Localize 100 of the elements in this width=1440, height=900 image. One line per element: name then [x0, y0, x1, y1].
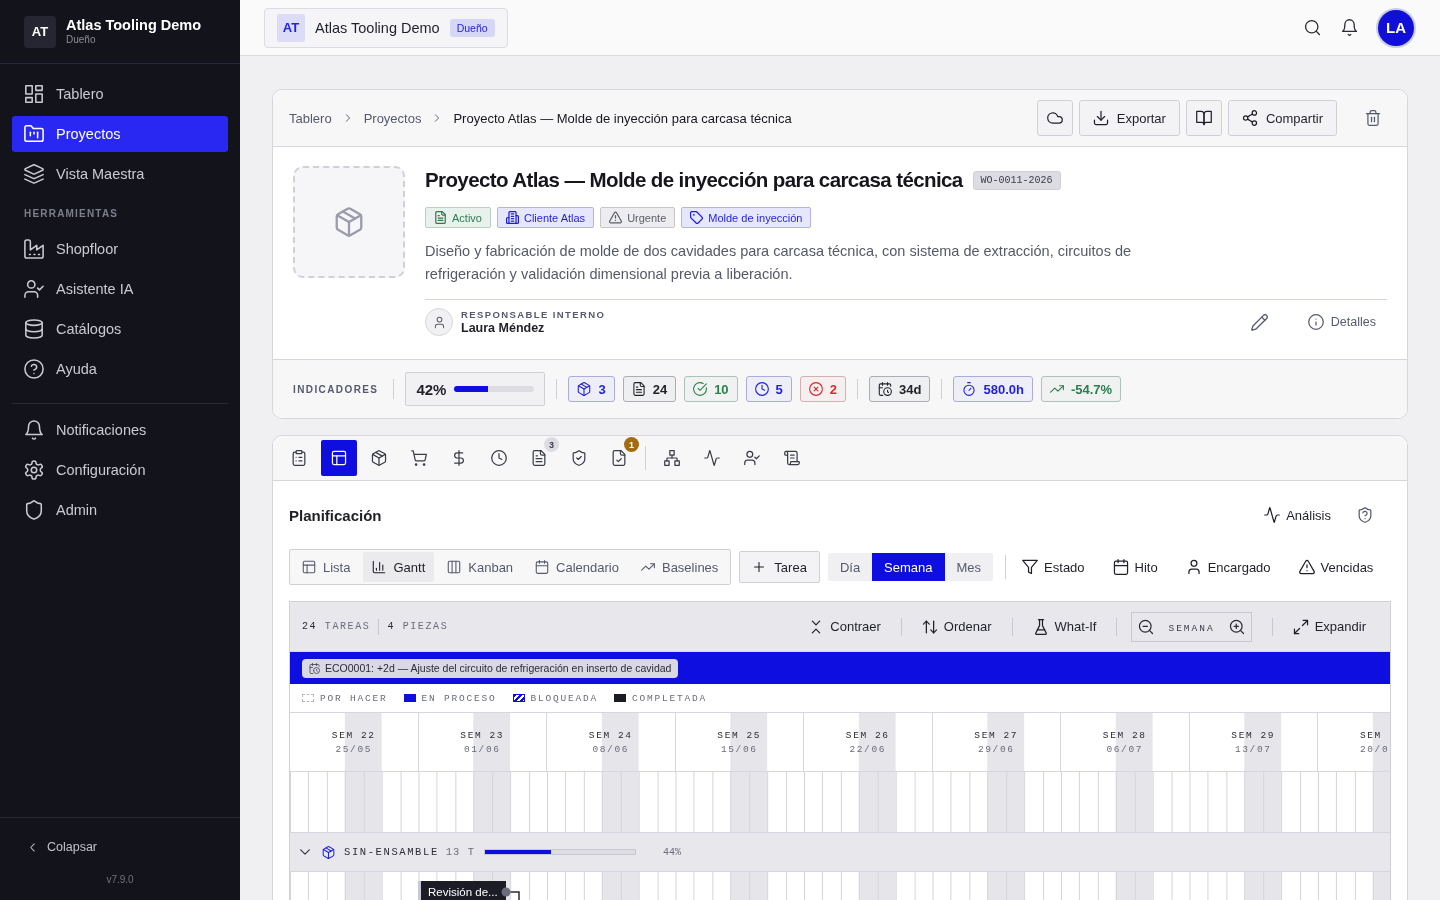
view-option[interactable]: Lista: [293, 552, 360, 582]
filter-button[interactable]: Estado: [1022, 559, 1085, 575]
search-icon: [1304, 19, 1321, 36]
section-tab[interactable]: 3: [521, 440, 557, 476]
share-icon: [1241, 110, 1258, 126]
shield-check-icon: [571, 450, 587, 466]
calendar-clock-icon: [878, 382, 893, 396]
zoom-in-button[interactable]: [1228, 618, 1245, 635]
bell-icon: [24, 420, 44, 440]
chevron-down-icon[interactable]: [300, 847, 310, 857]
filter-button[interactable]: Hito: [1112, 559, 1158, 575]
scroll-icon: [784, 450, 800, 466]
view-option[interactable]: Gantt: [363, 552, 435, 582]
view-option[interactable]: Calendario: [526, 552, 628, 582]
sidebar-item[interactable]: Ayuda: [12, 351, 228, 387]
expand-button[interactable]: Expandir: [1286, 618, 1366, 635]
cart-icon: [411, 450, 427, 466]
export-button[interactable]: Exportar: [1078, 100, 1180, 136]
sidebar-item[interactable]: Admin: [12, 492, 228, 528]
scale-option[interactable]: Día: [827, 553, 873, 581]
book-icon: [1195, 110, 1212, 126]
sidebar-item[interactable]: Notificaciones: [12, 412, 228, 448]
count-label: 24 TAREAS: [302, 621, 371, 632]
download-icon: [1092, 110, 1109, 126]
sidebar-item[interactable]: Vista Maestra: [12, 156, 228, 192]
indicator-value: 24: [652, 381, 668, 397]
sort-icon: [921, 618, 938, 635]
gantt-tool-button[interactable]: What-If: [1026, 618, 1097, 635]
sidebar-item[interactable]: Tablero: [12, 76, 228, 112]
building-icon: [505, 211, 519, 224]
book-button[interactable]: [1185, 100, 1222, 136]
layers-icon: [24, 164, 44, 184]
cube-icon: [371, 450, 387, 466]
user-avatar[interactable]: LA: [1378, 9, 1414, 46]
check-circle-icon: [693, 382, 708, 396]
gantt-tool-button[interactable]: Contraer: [802, 618, 881, 635]
view-option[interactable]: Baselines: [631, 552, 728, 582]
view-option[interactable]: Kanban: [438, 552, 523, 582]
plus-icon: [752, 560, 767, 574]
help-button[interactable]: [1357, 507, 1373, 523]
notifications-button[interactable]: [1341, 19, 1358, 36]
trend-up-icon: [640, 560, 655, 574]
hierarchy-icon: [664, 450, 680, 466]
filter-button[interactable]: Encargado: [1185, 559, 1271, 575]
legend-label: BLOQUEADA: [530, 692, 599, 704]
document-icon: [631, 382, 646, 396]
cube-icon: [334, 207, 364, 237]
folder-chart-icon: [24, 124, 44, 144]
task-bar[interactable]: Revisión de...: [418, 881, 506, 900]
week-label: SEM 27: [974, 729, 1019, 741]
version-label: v7.9.0: [106, 874, 134, 885]
sidebar-item[interactable]: Configuración: [12, 452, 228, 488]
settings-icon: [24, 460, 44, 480]
share-button[interactable]: Compartir: [1227, 100, 1337, 136]
sidebar-item[interactable]: Asistente IA: [12, 271, 228, 307]
section-tab[interactable]: [321, 440, 357, 476]
task-count: 13 T: [445, 846, 476, 858]
workspace-name: Atlas Tooling Demo: [66, 17, 202, 34]
add-task-button[interactable]: Tarea: [739, 551, 820, 583]
section-tab[interactable]: 1: [601, 440, 637, 476]
file-check-icon: [611, 450, 627, 466]
details-button[interactable]: Detalles: [1307, 314, 1376, 330]
trend-up-icon: [1049, 382, 1064, 396]
scale-option[interactable]: Semana: [872, 553, 945, 581]
table-icon: [302, 560, 316, 574]
warning-icon: [609, 211, 623, 224]
role-badge: Dueño: [449, 18, 495, 37]
activity-icon: [1264, 507, 1281, 523]
sidebar-item[interactable]: Catálogos: [12, 311, 228, 347]
collapse-button[interactable]: Colapsar: [12, 830, 228, 864]
document-icon: [531, 450, 547, 466]
tag: Urgente: [600, 207, 676, 228]
week-label: SEM 22: [331, 729, 376, 741]
info-icon: [1307, 314, 1324, 330]
analysis-button[interactable]: Análisis: [1264, 507, 1331, 523]
week-date: 20/0: [1360, 743, 1390, 755]
week-label: SEM 28: [1102, 729, 1147, 741]
table-icon: [331, 450, 347, 466]
breadcrumb-current: Proyecto Atlas — Molde de inyección para carcasa técnica: [453, 110, 792, 126]
legend-label: COMPLETADA: [632, 692, 708, 704]
indicators-label: INDICADORES: [293, 383, 379, 395]
flask-icon: [1032, 618, 1049, 635]
indicator-value: 5: [775, 381, 783, 397]
activity-icon: [704, 450, 720, 466]
zoom-out-button[interactable]: [1138, 618, 1155, 635]
filter-button[interactable]: Vencidas: [1298, 559, 1374, 575]
edit-button[interactable]: [1250, 313, 1268, 331]
sidebar-item[interactable]: Proyectos: [12, 116, 228, 152]
zoom-in-icon: [1228, 618, 1245, 635]
breadcrumb-link[interactable]: Proyectos: [363, 110, 422, 126]
search-button[interactable]: [1304, 19, 1321, 36]
workspace-switcher[interactable]: AT Atlas Tooling Demo Dueño: [264, 7, 508, 48]
sidebar-item[interactable]: Shopfloor: [12, 231, 228, 267]
gantt-tool-button[interactable]: Ordenar: [915, 618, 992, 635]
scale-option[interactable]: Mes: [944, 553, 994, 581]
breadcrumb-link[interactable]: Tablero: [289, 110, 332, 126]
cube-icon: [322, 845, 335, 859]
cloud-button[interactable]: [1036, 100, 1073, 136]
legend-label: EN PROCESO: [421, 692, 497, 704]
indicator-value: 580.0h: [983, 381, 1024, 397]
